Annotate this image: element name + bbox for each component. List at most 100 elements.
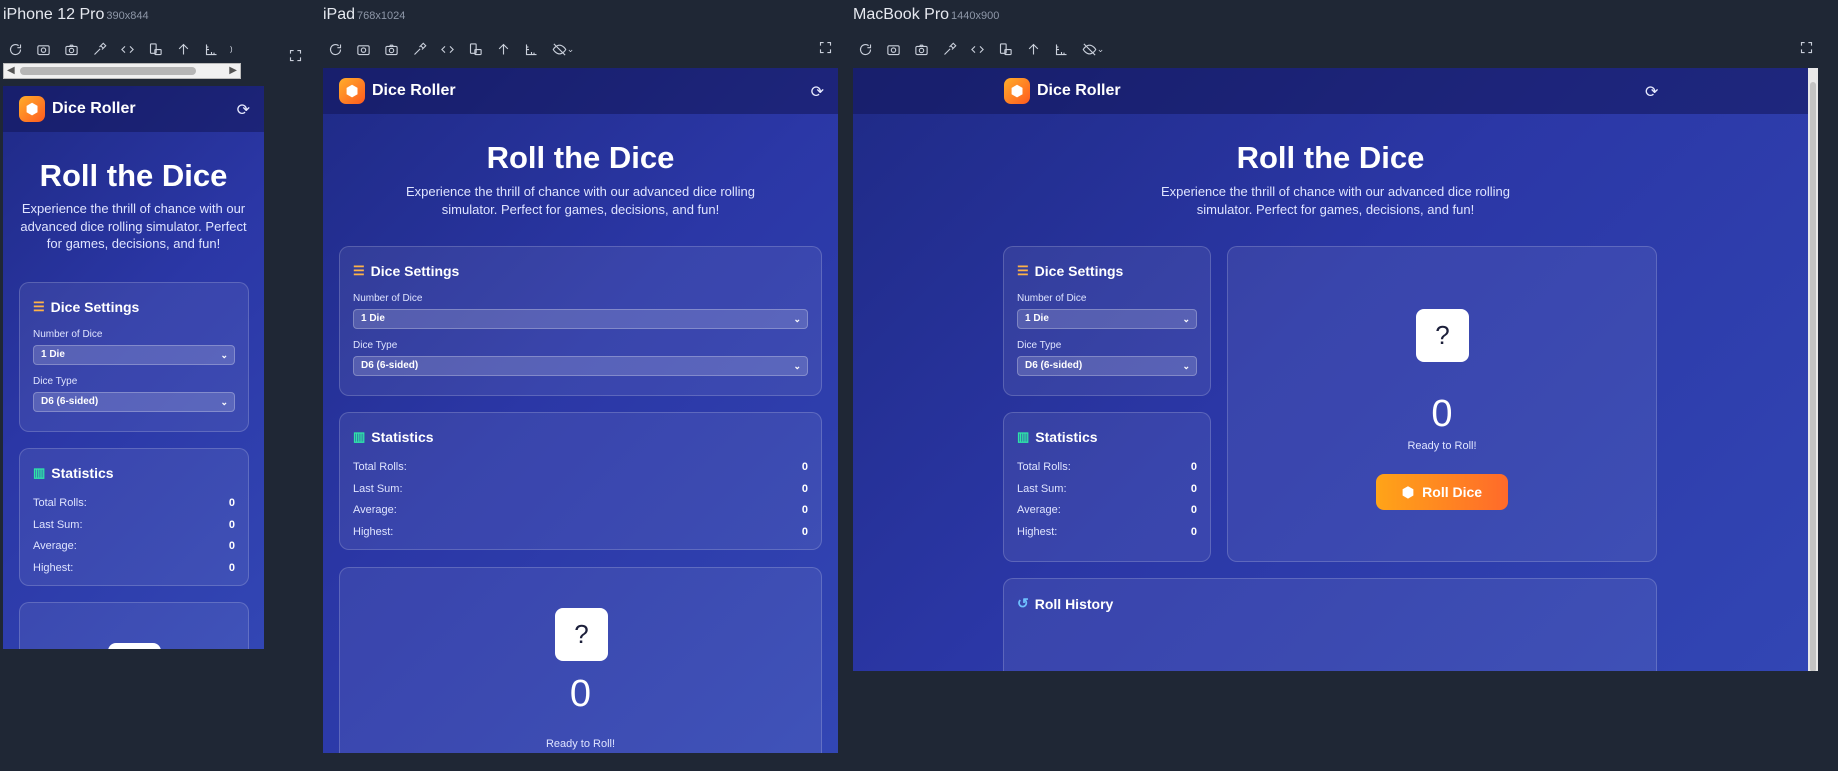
screenshot-icon[interactable]	[882, 38, 904, 60]
ruler-icon[interactable]	[1050, 38, 1072, 60]
stat-row: Highest: 0	[353, 526, 808, 538]
roll-status: Ready to Roll!	[545, 738, 616, 750]
chevron-down-icon: ⌄	[793, 314, 801, 324]
stat-row: Average: 0	[1017, 504, 1197, 516]
iphone-viewport: ⬢ Dice Roller ⟳ Roll the Dice Experience…	[3, 86, 264, 649]
brand-title: Dice Roller	[1037, 82, 1121, 99]
stat-row: Highest: 0	[33, 562, 235, 574]
eyedropper-icon[interactable]	[88, 38, 110, 60]
card-title: Dice Settings	[1034, 263, 1124, 279]
vertical-scrollbar[interactable]	[1808, 68, 1818, 671]
history-icon: ↺	[1017, 595, 1029, 611]
stat-row: Total Rolls: 0	[353, 461, 808, 473]
hero-subtitle: Experience the thrill of chance with our…	[20, 201, 247, 252]
camera-icon[interactable]	[60, 38, 82, 60]
card-title: Statistics	[51, 465, 114, 481]
statistics-card: ▥ Statistics Total Rolls: 0 Last Sum: 0 Ave…	[19, 448, 249, 586]
chevron-down-icon: ⌄	[220, 350, 228, 360]
card-title: Roll History	[1034, 595, 1114, 612]
arrow-up-icon[interactable]	[172, 38, 194, 60]
screenshot-icon[interactable]	[32, 38, 54, 60]
reload-icon[interactable]	[324, 38, 346, 60]
eyedropper-icon[interactable]	[408, 38, 430, 60]
refresh-icon[interactable]: ⟳	[1645, 82, 1658, 102]
hero-title: Roll the Dice	[39, 158, 228, 193]
stat-row: Average: 0	[33, 540, 235, 552]
dice-type-select[interactable]: D6 (6-sided) ⌄	[33, 392, 235, 412]
roll-total: 0	[1431, 393, 1453, 435]
device-label-macbook: MacBook Pro 1440x900	[853, 6, 1000, 23]
reload-icon[interactable]	[4, 38, 26, 60]
fullscreen-icon[interactable]	[814, 36, 836, 58]
arrow-up-icon[interactable]	[492, 38, 514, 60]
ipad-viewport: ⬢ Dice Roller ⟳ Roll the Dice Experience…	[323, 68, 838, 753]
eye-off-icon[interactable]: ⌄	[548, 38, 578, 60]
refresh-icon[interactable]: ⟳	[237, 100, 250, 120]
camera-icon[interactable]	[380, 38, 402, 60]
roll-card: ? 0 Ready to Roll!	[339, 567, 822, 753]
roll-card	[19, 602, 249, 649]
stat-row: Last Sum: 0	[33, 519, 235, 531]
code-icon[interactable]	[116, 38, 138, 60]
hero-subtitle: Experience the thrill of chance with our…	[1160, 184, 1511, 217]
dice-logo-icon: ⬢	[19, 96, 45, 122]
dice-logo-icon: ⬢	[1004, 78, 1030, 104]
stat-row: Last Sum: 0	[1017, 483, 1197, 495]
chevron-down-icon: ⌄	[793, 361, 801, 371]
stat-row: Highest: 0	[1017, 526, 1197, 538]
brand-title: Dice Roller	[372, 82, 456, 99]
code-icon[interactable]	[966, 38, 988, 60]
number-of-dice-select[interactable]: 1 Die ⌄	[353, 309, 808, 329]
screenshot-icon[interactable]	[352, 38, 374, 60]
card-title: Dice Settings	[370, 263, 460, 279]
field-label: Number of Dice	[1017, 293, 1087, 304]
dice-settings-card: ☰ Dice Settings Number of Dice 1 Die ⌄ Dic…	[19, 282, 249, 432]
statistics-card: ▥ Statistics Total Rolls: 0 Last Sum: 0 Ave…	[1003, 412, 1211, 562]
dice-type-select[interactable]: D6 (6-sided) ⌄	[353, 356, 808, 376]
dice-type-select[interactable]: D6 (6-sided) ⌄	[1017, 356, 1197, 376]
rotate-device-icon[interactable]	[144, 38, 166, 60]
dice-settings-card: ☰ Dice Settings Number of Dice 1 Die ⌄ Dic…	[339, 246, 822, 396]
ruler-icon[interactable]	[520, 38, 542, 60]
roll-dice-button[interactable]: ⬢ Roll Dice	[1376, 474, 1508, 510]
refresh-icon[interactable]: ⟳	[811, 82, 824, 102]
number-of-dice-select[interactable]: 1 Die ⌄	[1017, 309, 1197, 329]
eyedropper-icon[interactable]	[938, 38, 960, 60]
horizontal-scrollbar[interactable]: ◀ ▶	[3, 63, 241, 79]
dice-face: ?	[555, 608, 608, 661]
device-label-ipad: iPad 768x1024	[323, 6, 406, 23]
device-label-iphone: iPhone 12 Pro 390x844	[3, 6, 149, 23]
fullscreen-icon[interactable]	[1795, 36, 1817, 58]
stat-row: Average: 0	[353, 504, 808, 516]
field-label: Number of Dice	[353, 293, 423, 304]
more-icon[interactable]	[228, 38, 238, 60]
sliders-icon: ☰	[353, 263, 365, 278]
chevron-down-icon: ⌄	[1182, 361, 1190, 371]
arrow-up-icon[interactable]	[1022, 38, 1044, 60]
rotate-device-icon[interactable]	[464, 38, 486, 60]
dice-face	[108, 643, 161, 649]
code-icon[interactable]	[436, 38, 458, 60]
dice-settings-card: ☰ Dice Settings Number of Dice 1 Die ⌄ Dic…	[1003, 246, 1211, 396]
hero-subtitle: Experience the thrill of chance with our…	[405, 184, 756, 217]
eye-off-icon[interactable]: ⌄	[1078, 38, 1108, 60]
ruler-icon[interactable]	[200, 38, 222, 60]
fullscreen-icon[interactable]	[284, 44, 306, 66]
number-of-dice-select[interactable]: 1 Die ⌄	[33, 345, 235, 365]
field-label: Dice Type	[1017, 340, 1062, 351]
dice-icon: ⬢	[1401, 483, 1415, 500]
stat-row: Total Rolls: 0	[33, 497, 235, 509]
dice-face: ?	[1416, 309, 1469, 362]
camera-icon[interactable]	[910, 38, 932, 60]
rotate-device-icon[interactable]	[994, 38, 1016, 60]
reload-icon[interactable]	[854, 38, 876, 60]
hero-title: Roll the Dice	[1236, 140, 1425, 175]
sliders-icon: ☰	[1017, 263, 1029, 278]
toolbar-iphone	[4, 38, 238, 60]
dice-logo-icon: ⬢	[339, 78, 365, 104]
field-label: Number of Dice	[33, 329, 103, 340]
roll-total: 0	[569, 673, 592, 715]
chart-icon: ▥	[353, 429, 366, 444]
sliders-icon: ☰	[33, 299, 45, 314]
field-label: Dice Type	[33, 376, 78, 387]
